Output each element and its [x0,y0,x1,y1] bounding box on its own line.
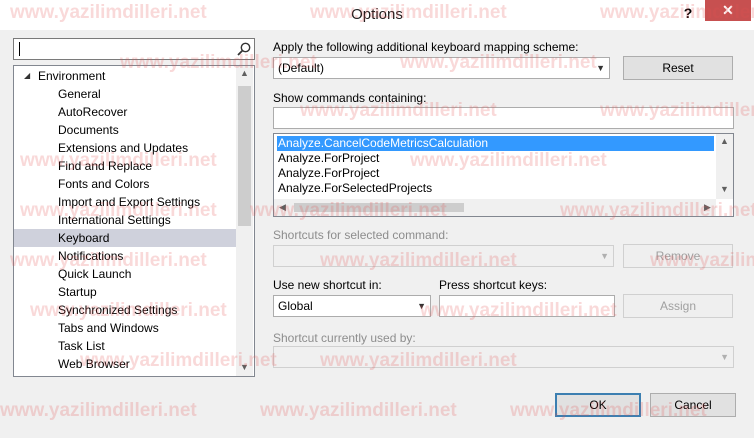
tree-item-label: Synchronized Settings [58,303,178,317]
reset-button[interactable]: Reset [623,56,733,80]
command-filter-input[interactable] [273,107,734,129]
tree-item-label: AutoRecover [58,105,128,119]
tree-item-label: Quick Launch [58,267,132,281]
mapping-scheme-value: (Default) [278,61,325,75]
scroll-right-icon[interactable]: ▶ [699,202,716,213]
cancel-button[interactable]: Cancel [650,393,736,417]
scroll-left-icon[interactable]: ◀ [274,202,291,213]
shortcuts-selected-select: ▼ [273,245,614,267]
tree-item-label: Documents [58,123,119,137]
text-caret [19,42,20,56]
remove-button: Remove [623,244,733,268]
tree-item[interactable]: Documents [14,121,236,139]
command-list-hscroll-thumb[interactable] [294,203,464,212]
search-icon[interactable] [236,41,252,57]
scroll-down-icon[interactable]: ▼ [716,184,733,194]
ok-button[interactable]: OK [555,393,641,417]
tree-item[interactable]: Quick Launch [14,265,236,283]
watermark-text: www.yazilimdilleri.net [260,400,457,421]
command-list-item[interactable]: Analyze.ForProject [277,151,379,166]
scroll-up-icon[interactable]: ▲ [716,136,733,146]
mapping-scheme-select[interactable]: (Default) ▼ [273,57,610,79]
tree-item[interactable]: Find and Replace [14,157,236,175]
close-button[interactable]: ✕ [705,0,751,21]
window-title: Options [351,6,403,23]
tree-item[interactable]: Import and Export Settings [14,193,236,211]
use-shortcut-in-value: Global [278,299,313,313]
assign-button: Assign [623,294,733,318]
press-keys-input[interactable] [439,295,615,317]
command-list-vscrollbar[interactable]: ▲ ▼ [716,134,733,199]
chevron-down-icon: ▼ [600,251,609,261]
use-shortcut-in-label: Use new shortcut in: [273,278,382,292]
scroll-up-icon[interactable]: ▲ [236,68,253,78]
tree-item[interactable]: AutoRecover [14,103,236,121]
tree-scroll-thumb[interactable] [238,86,251,226]
tree-item-label: Task List [58,339,105,353]
tree-item[interactable]: Fonts and Colors [14,175,236,193]
tree-item[interactable]: Extensions and Updates [14,139,236,157]
tree-item-label: Environment [38,69,106,83]
command-list-item[interactable]: Analyze.CancelCodeMetricsCalculation [277,136,714,151]
tree-item[interactable]: Web Browser [14,355,236,373]
used-by-label: Shortcut currently used by: [273,331,416,345]
used-by-select: ▼ [273,346,734,368]
scroll-down-icon[interactable]: ▼ [236,362,253,372]
press-keys-label: Press shortcut keys: [439,278,548,292]
tree-item[interactable]: ◢ Environment [14,67,236,85]
tree-item[interactable]: Startup [14,283,236,301]
options-search-input[interactable] [13,38,255,60]
tree-item-label: Notifications [58,249,124,263]
tree-item[interactable]: Notifications [14,247,236,265]
tree-item[interactable]: General [14,85,236,103]
expand-arrow-icon[interactable]: ◢ [24,67,30,85]
chevron-down-icon: ▼ [596,63,605,73]
tree-item-label: Find and Replace [58,159,153,173]
tree-item[interactable]: Task List [14,337,236,355]
tree-item-label: Startup [58,285,97,299]
tree-item-label: Web Browser [58,357,130,371]
tree-item-label: General [58,87,101,101]
tree-item-label: International Settings [58,213,171,227]
shortcuts-selected-label: Shortcuts for selected command: [273,228,449,242]
tree-item-label: Tabs and Windows [58,321,159,335]
mapping-scheme-label: Apply the following additional keyboard … [273,40,579,54]
show-commands-label: Show commands containing: [273,91,427,105]
command-list-item[interactable]: Analyze.ForProject [277,166,379,181]
use-shortcut-in-select[interactable]: Global ▼ [273,295,431,317]
tree-item-label: Extensions and Updates [58,141,189,155]
chevron-down-icon: ▼ [417,301,426,311]
tree-item-label: Fonts and Colors [58,177,150,191]
tree-item-label: Keyboard [58,231,110,245]
watermark-text: www.yazilimdilleri.net [0,400,197,421]
tree-item[interactable]: Tabs and Windows [14,319,236,337]
tree-item[interactable]: Keyboard [14,229,236,247]
chevron-down-icon: ▼ [720,352,729,362]
tree-item[interactable]: Synchronized Settings [14,301,236,319]
help-button[interactable]: ? [676,2,700,24]
tree-item[interactable]: International Settings [14,211,236,229]
tree-item-label: Import and Export Settings [58,195,201,209]
options-tree[interactable]: ◢ Environment General AutoRecover Documents E… [13,65,255,377]
command-list-item[interactable]: Analyze.ForSelectedProjects [277,181,432,196]
